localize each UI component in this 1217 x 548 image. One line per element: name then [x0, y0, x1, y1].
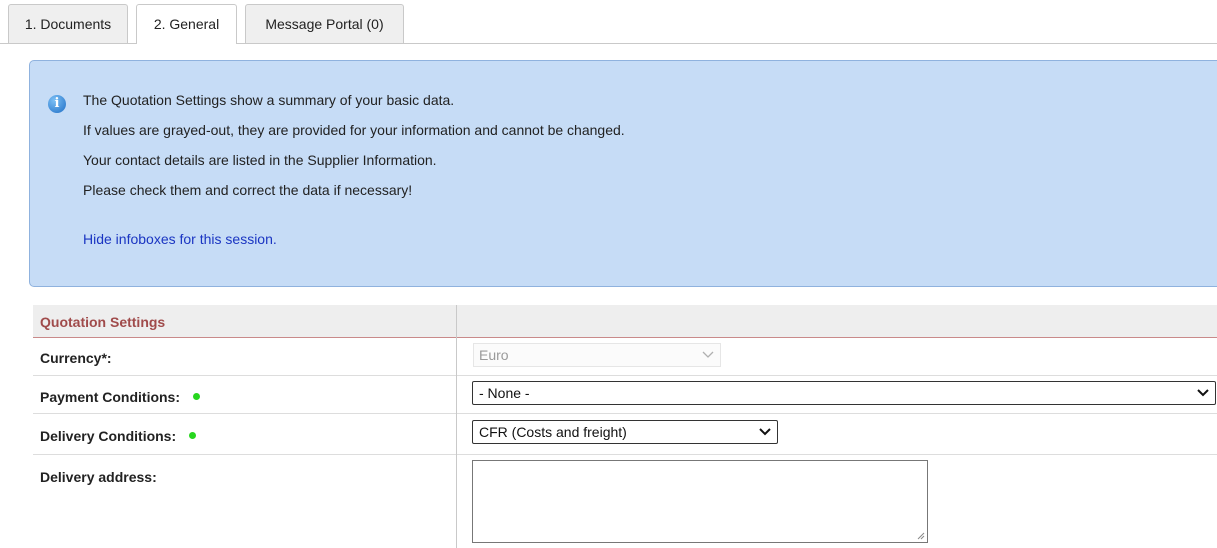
- delivery-address-label: Delivery address:: [40, 469, 157, 485]
- chevron-down-icon: [1197, 382, 1209, 411]
- section-header: Quotation Settings: [33, 305, 1217, 338]
- currency-value: Euro: [479, 347, 509, 363]
- status-dot-icon: [193, 392, 201, 400]
- delivery-address-textarea[interactable]: [472, 460, 928, 543]
- payment-conditions-label: Payment Conditions:: [40, 389, 201, 405]
- tab-documents[interactable]: 1. Documents: [8, 4, 128, 43]
- info-text-line: If values are grayed-out, they are provi…: [83, 122, 625, 138]
- payment-conditions-label-text: Payment Conditions:: [40, 389, 181, 405]
- delivery-conditions-value: CFR (Costs and freight): [479, 424, 627, 440]
- payment-conditions-value: - None -: [479, 385, 530, 401]
- hide-infoboxes-link[interactable]: Hide infoboxes for this session.: [83, 231, 277, 247]
- info-text-line: Please check them and correct the data i…: [83, 182, 413, 198]
- chevron-down-icon: [759, 421, 771, 450]
- delivery-conditions-label: Delivery Conditions:: [40, 428, 197, 444]
- delivery-conditions-row: Delivery Conditions: CFR (Costs and frei…: [33, 414, 1217, 455]
- column-divider: [456, 305, 457, 548]
- info-icon: i: [48, 95, 66, 113]
- resize-handle-icon[interactable]: [917, 532, 925, 540]
- currency-label: Currency*:: [40, 350, 112, 366]
- delivery-conditions-label-text: Delivery Conditions:: [40, 428, 177, 444]
- tab-bar: 1. Documents 2. General Message Portal (…: [0, 0, 1217, 44]
- payment-conditions-row: Payment Conditions: - None -: [33, 376, 1217, 414]
- delivery-conditions-select[interactable]: CFR (Costs and freight): [472, 420, 778, 444]
- chevron-down-icon: [702, 344, 714, 373]
- currency-select: Euro: [473, 343, 721, 367]
- tab-message-portal[interactable]: Message Portal (0): [245, 4, 404, 43]
- currency-row: Currency*: Euro: [33, 338, 1217, 376]
- tab-general[interactable]: 2. General: [136, 4, 237, 44]
- info-text-line: The Quotation Settings show a summary of…: [83, 92, 455, 108]
- info-box: i The Quotation Settings show a summary …: [29, 60, 1217, 287]
- info-text-line: Your contact details are listed in the S…: [83, 152, 437, 168]
- delivery-address-row: Delivery address:: [33, 455, 1217, 548]
- section-title: Quotation Settings: [40, 314, 166, 330]
- payment-conditions-select[interactable]: - None -: [472, 381, 1216, 405]
- status-dot-icon: [189, 431, 197, 439]
